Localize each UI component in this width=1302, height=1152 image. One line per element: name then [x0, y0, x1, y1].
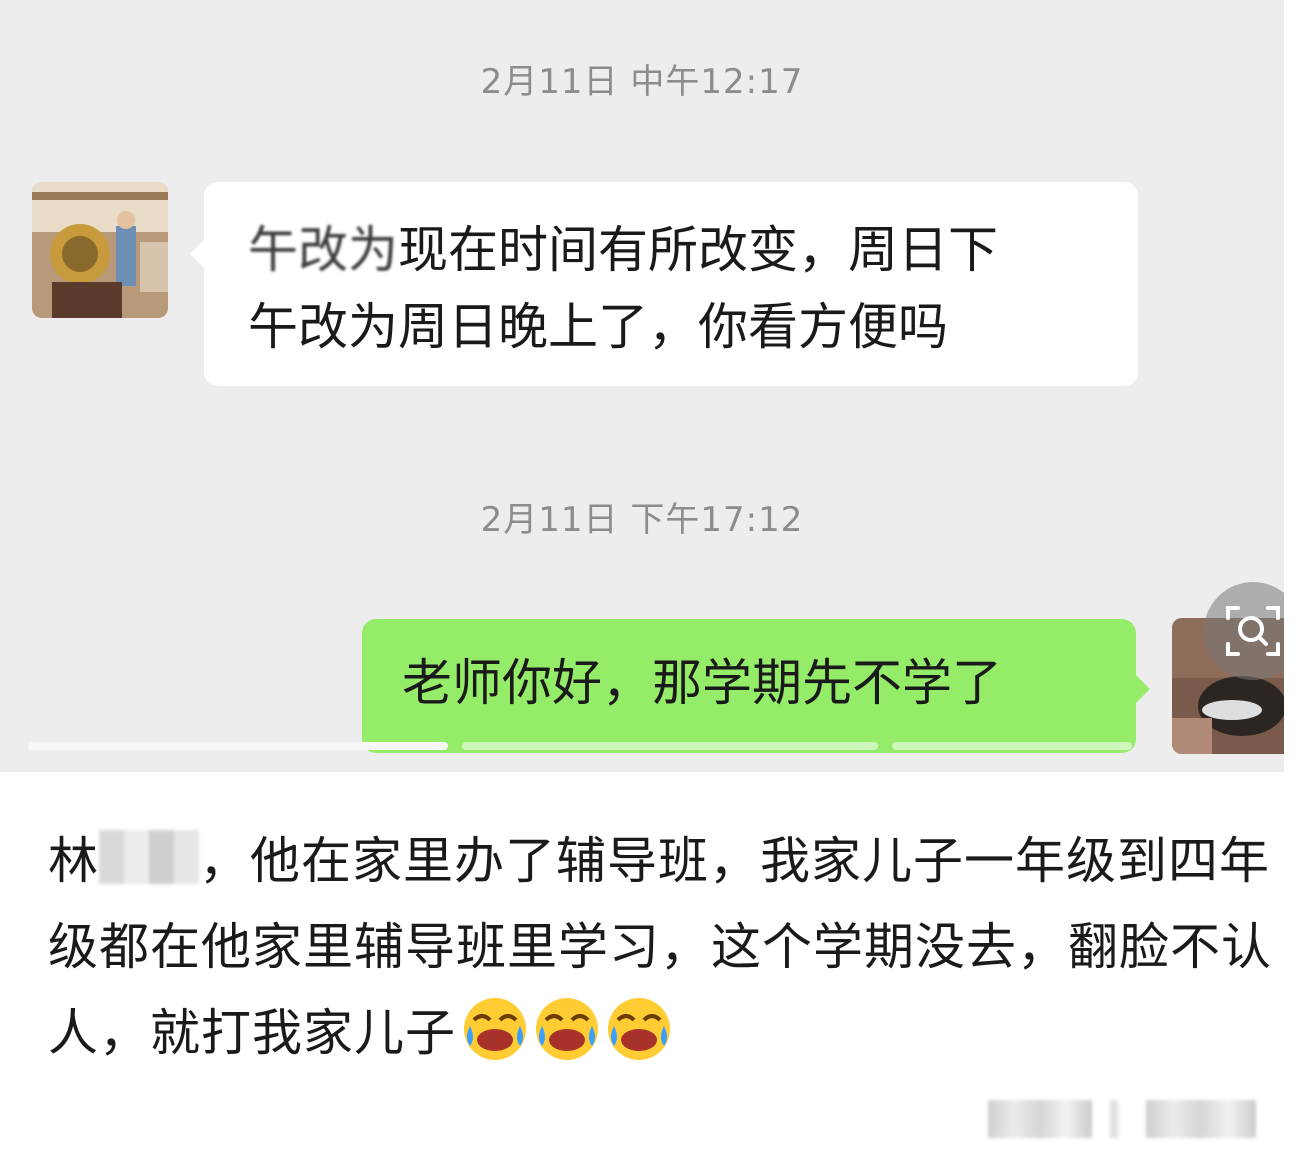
- comment-text: 林，他在家里办了辅导班，我家儿子一年级到四年级都在他家里辅导班里学习，这个学期没…: [48, 818, 1278, 1076]
- progress-segment: [462, 742, 878, 750]
- message-text: 老师你好，那学期先不学了: [402, 654, 1002, 712]
- sent-message-bubble[interactable]: 老师你好，那学期先不学了: [362, 619, 1150, 753]
- message-text: 现在时间有所改变，周日下: [398, 221, 998, 279]
- sender-avatar[interactable]: [32, 182, 168, 318]
- blurred-watermark: [1110, 1100, 1118, 1138]
- progress-segment: [892, 742, 1132, 750]
- laughing-crying-emoji: [534, 996, 600, 1062]
- laughing-crying-emoji: [462, 996, 528, 1062]
- blurred-watermark: [1146, 1100, 1256, 1138]
- progress-bar: [28, 742, 448, 750]
- mosaic-redaction: [99, 830, 199, 884]
- timestamp: 2月11日 中午12:17: [480, 62, 804, 102]
- received-message-bubble[interactable]: 午改为现在时间有所改变，周日下 午改为周日晚上了，你看方便吗: [190, 182, 1138, 386]
- image-search-button[interactable]: [1204, 582, 1284, 680]
- comment-prefix: 林: [48, 832, 99, 890]
- blurred-text: 午改为: [248, 221, 398, 279]
- avatar-photo-icon: [32, 182, 168, 318]
- chat-screenshot: 2月11日 中午12:17 午改为现在时间有所改变，周日下 午改为周日晚上了，你…: [0, 0, 1284, 772]
- message-line: 午改为现在时间有所改变，周日下: [248, 212, 1108, 289]
- timestamp: 2月11日 下午17:12: [480, 500, 804, 540]
- edge-strip: [1284, 0, 1302, 772]
- blurred-watermark: [988, 1100, 1092, 1138]
- laughing-crying-emoji: [606, 996, 672, 1062]
- message-line: 午改为周日晚上了，你看方便吗: [248, 298, 948, 356]
- scan-search-icon: [1226, 606, 1280, 656]
